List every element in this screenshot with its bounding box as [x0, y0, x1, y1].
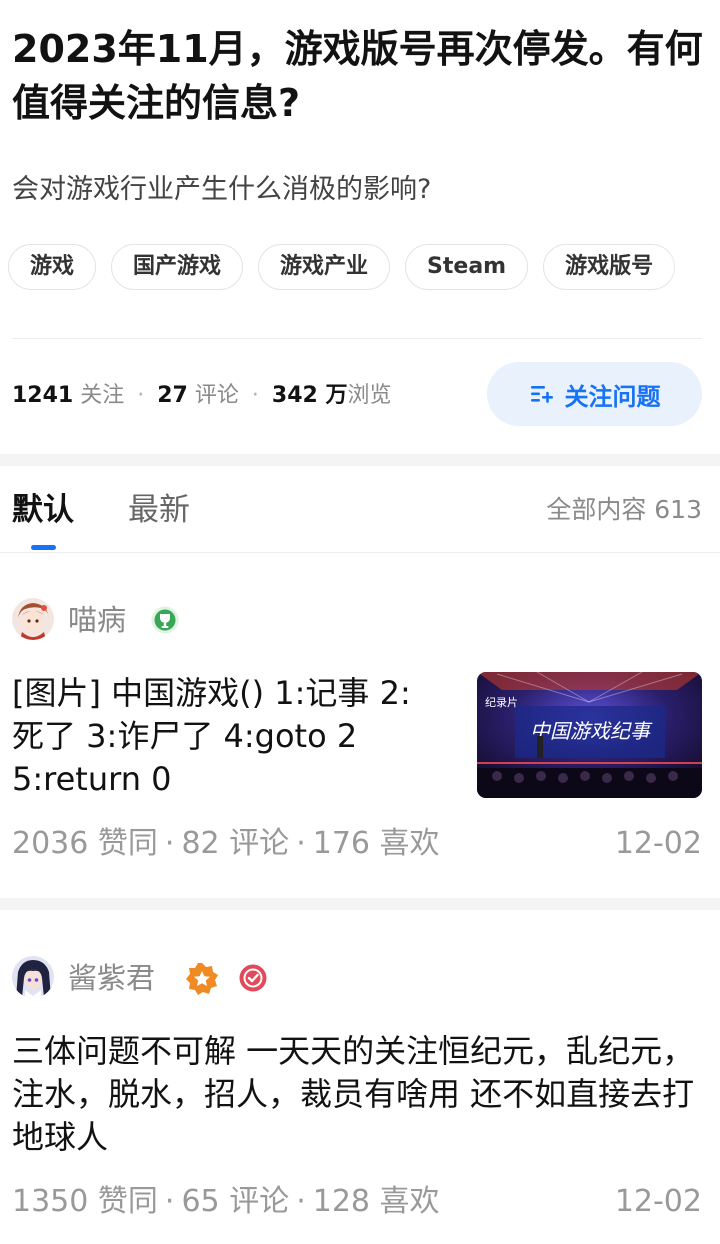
tag-steam[interactable]: Steam	[405, 244, 529, 290]
meta-separator: ·	[296, 826, 306, 861]
answer-meta: 1350 赞同 · 65 评论 · 128 喜欢	[12, 1182, 440, 1222]
favorite-label[interactable]: 喜欢	[380, 1184, 440, 1219]
all-content-count[interactable]: 全部内容 613	[546, 492, 702, 528]
meta-separator: ·	[164, 1184, 175, 1219]
star-badge-icon	[185, 962, 219, 996]
tag-game-industry[interactable]: 游戏产业	[258, 244, 391, 290]
like-count: 1350	[12, 1184, 89, 1219]
tag-domestic-games[interactable]: 国产游戏	[111, 244, 244, 290]
like-label[interactable]: 赞同	[98, 1184, 158, 1219]
follow-label: 关注	[80, 383, 125, 408]
tag-game-license[interactable]: 游戏版号	[543, 244, 676, 290]
active-tab-indicator	[31, 545, 56, 550]
tab-default[interactable]: 默认	[12, 488, 74, 532]
section-gap	[0, 898, 720, 910]
header-divider	[12, 338, 702, 339]
answer-date: 12-02	[614, 1184, 702, 1219]
follow-count: 1241	[12, 383, 74, 408]
thumbnail-title: 中国游戏纪事	[530, 719, 653, 743]
section-gap	[0, 454, 720, 466]
meta-separator: ·	[296, 1184, 306, 1219]
comment-count: 82	[181, 826, 220, 861]
follow-question-label: 关注问题	[564, 382, 661, 411]
follow-plus-list-icon	[529, 381, 555, 407]
answer-excerpt[interactable]: 三体问题不可解 一天天的关注恒纪元，乱纪元，注水，脱水，招人，裁员有啥用 还不如…	[12, 1030, 702, 1159]
tag-games[interactable]: 游戏	[8, 244, 97, 290]
favorite-label[interactable]: 喜欢	[380, 826, 440, 861]
answer-meta: 2036 赞同 · 82 评论 · 176 喜欢	[12, 824, 440, 864]
like-count: 2036	[12, 826, 89, 861]
question-subtitle: 会对游戏行业产生什么消极的影响?	[12, 174, 432, 205]
comment-label[interactable]: 评论	[229, 1184, 289, 1219]
comment-count: 27	[157, 383, 188, 408]
tags-fade-overlay	[660, 244, 720, 292]
comment-label[interactable]: 评论	[195, 383, 239, 408]
stats-separator: ·	[251, 383, 259, 408]
comment-label[interactable]: 评论	[229, 826, 289, 861]
meta-separator: ·	[164, 826, 175, 861]
tabs-divider	[0, 552, 720, 553]
thumbnail-corner-label: 纪录片	[485, 696, 518, 709]
question-stats: 1241 关注 · 27 评论 · 342 万浏览	[12, 378, 392, 414]
verified-check-badge-icon	[239, 964, 267, 992]
answer-date: 12-02	[614, 826, 702, 861]
question-title: 2023年11月，游戏版号再次停发。有何值得关注的信息?	[12, 27, 703, 125]
topic-tags: 游戏 国产游戏 游戏产业 Steam 游戏版号	[8, 244, 720, 292]
favorite-count: 128	[312, 1184, 370, 1219]
tab-newest[interactable]: 最新	[128, 488, 190, 532]
author-name[interactable]: 喵病	[68, 600, 126, 640]
trophy-badge-icon	[151, 606, 179, 634]
avatar[interactable]	[12, 956, 54, 998]
answer-excerpt[interactable]: [图片] 中国游戏() 1:记事 2:死了 3:诈尸了 4:goto 2 5:r…	[12, 672, 432, 801]
stats-separator: ·	[137, 383, 145, 408]
follow-question-button[interactable]: 关注问题	[487, 362, 702, 426]
view-count: 342 万	[271, 383, 348, 408]
author-name[interactable]: 酱紫君	[68, 958, 155, 998]
comment-count: 65	[181, 1184, 220, 1219]
answer-thumbnail[interactable]: 中国游戏纪事 纪录片	[477, 672, 702, 798]
view-label: 浏览	[347, 383, 392, 408]
favorite-count: 176	[312, 826, 370, 861]
like-label[interactable]: 赞同	[98, 826, 158, 861]
avatar[interactable]	[12, 598, 54, 640]
